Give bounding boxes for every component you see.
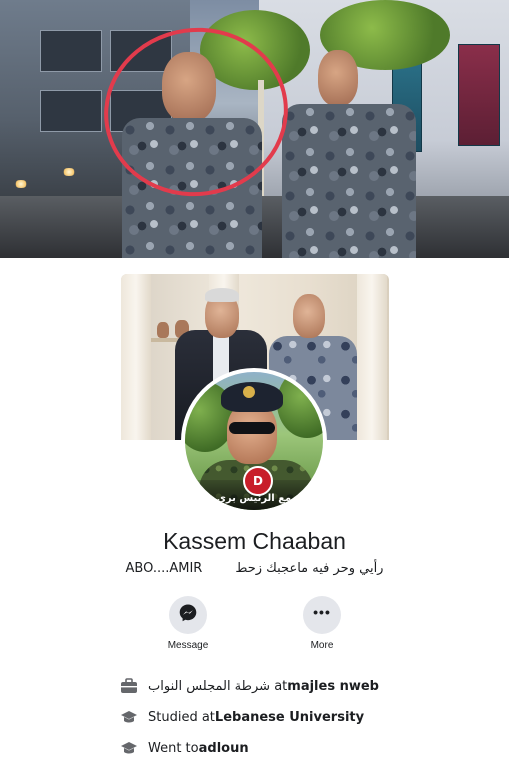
graduation-cap-icon bbox=[120, 708, 138, 726]
messenger-icon bbox=[178, 603, 198, 628]
went-prefix: Went to bbox=[148, 740, 199, 756]
message-button-label: Message bbox=[167, 640, 209, 651]
info-work: شرطة المجلس النواب at majles nweb bbox=[120, 676, 379, 696]
more-dots-icon: ••• bbox=[313, 604, 331, 620]
profile-name: Kassem Chaaban bbox=[163, 528, 346, 554]
avatar-tree bbox=[277, 372, 323, 438]
cover-face bbox=[293, 294, 325, 338]
info-went: Went to adloun bbox=[120, 738, 249, 758]
more-button[interactable]: ••• More bbox=[282, 596, 362, 651]
more-button-label: More bbox=[310, 640, 334, 651]
officer-head bbox=[318, 50, 358, 106]
went-place[interactable]: adloun bbox=[199, 741, 249, 756]
car-light bbox=[14, 180, 28, 188]
cover-vase bbox=[157, 322, 169, 338]
cover-column bbox=[357, 274, 387, 440]
more-button-circle[interactable]: ••• bbox=[303, 596, 341, 634]
officer-uniform bbox=[282, 104, 416, 258]
street-photo bbox=[0, 0, 509, 258]
study-prefix: Studied at bbox=[148, 709, 215, 725]
avatar-logo-icon: D bbox=[243, 466, 273, 496]
briefcase-icon bbox=[120, 677, 138, 695]
beret-badge-icon bbox=[243, 386, 255, 398]
message-button[interactable]: Message bbox=[148, 596, 228, 651]
profile-avatar[interactable]: D مع الرئيس بري bbox=[181, 368, 327, 514]
cover-column bbox=[121, 274, 151, 440]
avatar-caption: مع الرئيس بري bbox=[216, 493, 292, 504]
cover-hair bbox=[205, 288, 239, 302]
study-place[interactable]: Lebanese University bbox=[215, 710, 364, 725]
sunglasses-icon bbox=[229, 422, 275, 434]
building-window bbox=[40, 30, 102, 72]
graduation-cap-icon bbox=[120, 739, 138, 757]
wall-poster bbox=[458, 44, 500, 146]
car-light bbox=[62, 168, 76, 176]
profile-bio: ABO....AMIR رأيي وحر فيه ماعجبك زحط bbox=[125, 561, 384, 576]
message-button-circle[interactable] bbox=[169, 596, 207, 634]
work-prefix: شرطة المجلس النواب at bbox=[148, 678, 288, 694]
building-window bbox=[40, 90, 102, 132]
info-study: Studied at Lebanese University bbox=[120, 707, 364, 727]
work-place[interactable]: majles nweb bbox=[287, 679, 379, 694]
